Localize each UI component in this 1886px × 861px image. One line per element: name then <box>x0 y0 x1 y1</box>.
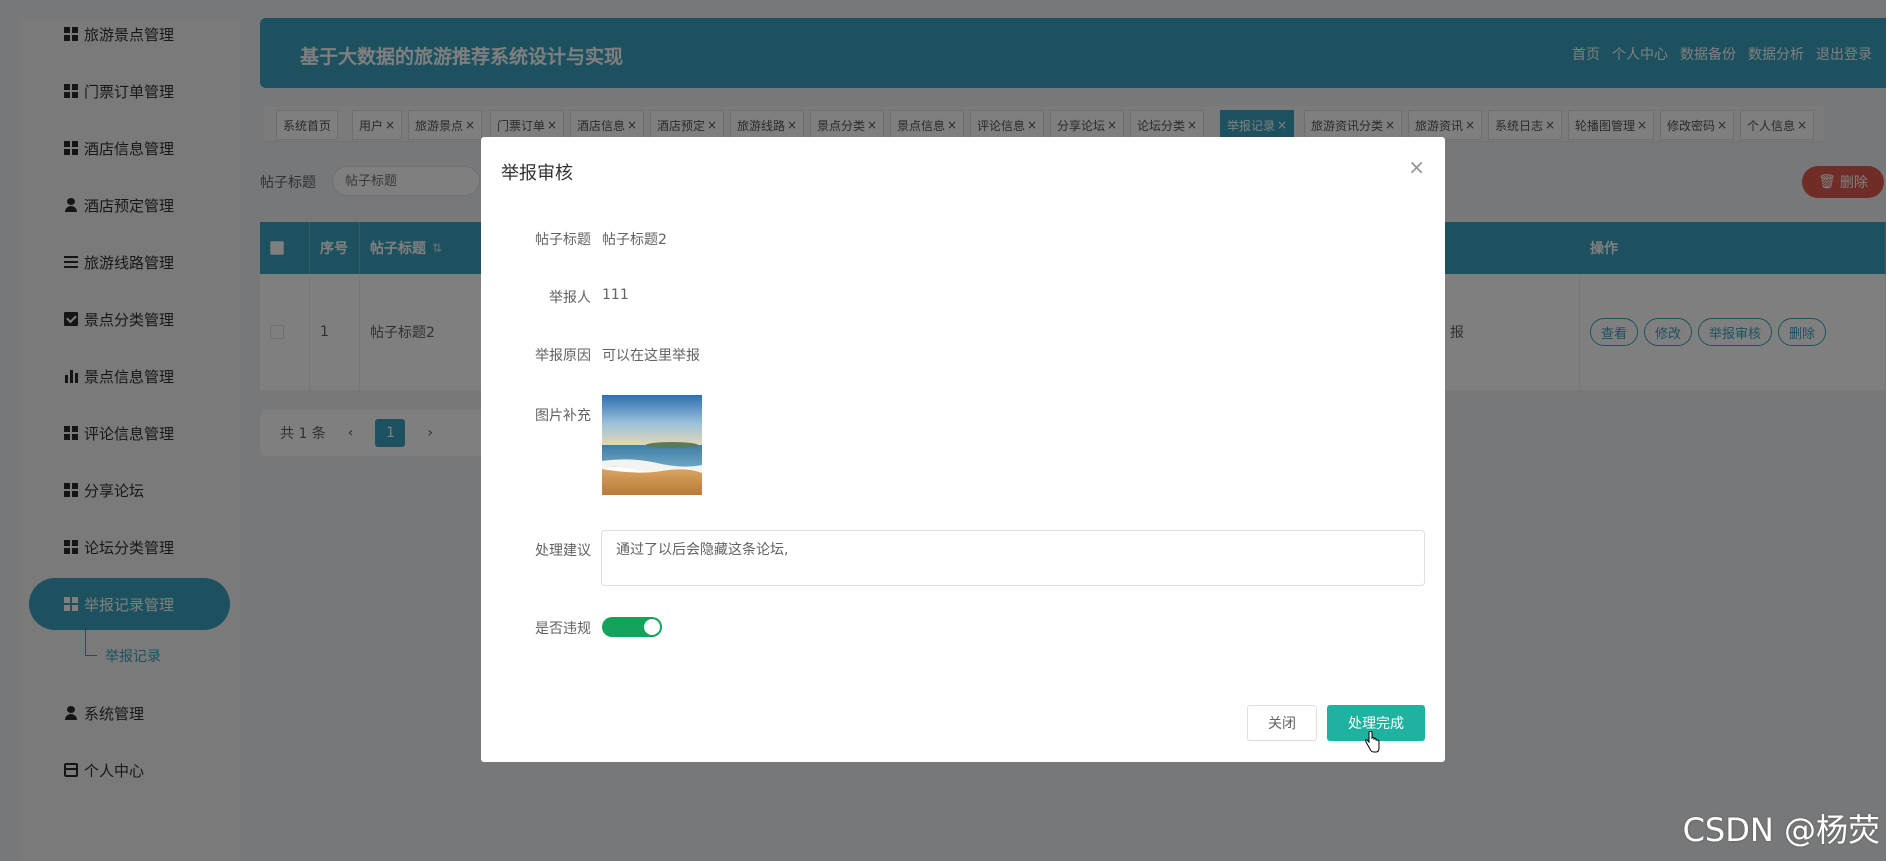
reason-value: 可以在这里举报 <box>602 348 700 364</box>
reporter-value: 111 <box>602 287 629 303</box>
post-title-label: 帖子标题 <box>535 232 591 248</box>
evidence-image[interactable] <box>602 395 702 495</box>
suggestion-label: 处理建议 <box>535 543 591 559</box>
post-title-value: 帖子标题2 <box>602 232 667 248</box>
report-review-dialog: 举报审核 × 帖子标题 帖子标题2 举报人 111 举报原因 可以在这里举报 图… <box>481 137 1445 762</box>
reporter-label: 举报人 <box>549 290 591 306</box>
close-icon[interactable]: × <box>1408 155 1425 179</box>
violation-toggle[interactable] <box>602 617 662 637</box>
violation-label: 是否违规 <box>535 621 591 637</box>
close-button[interactable]: 关闭 <box>1247 705 1317 741</box>
dialog-title: 举报审核 <box>501 163 573 184</box>
reason-label: 举报原因 <box>535 348 591 364</box>
hand-cursor-icon <box>1365 731 1380 753</box>
image-label: 图片补充 <box>535 408 591 424</box>
watermark: CSDN @杨荧 <box>1682 811 1880 849</box>
suggestion-textarea[interactable]: 通过了以后会隐藏这条论坛, <box>601 530 1425 586</box>
